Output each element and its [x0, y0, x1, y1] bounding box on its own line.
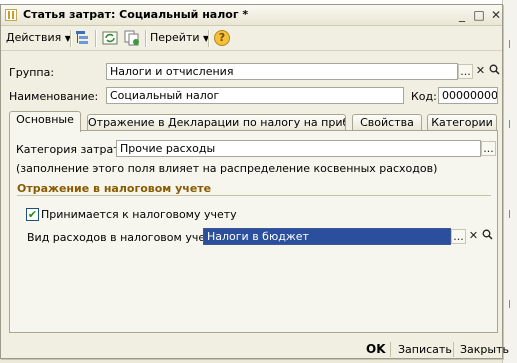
category-select-button[interactable]: ...	[481, 141, 496, 156]
tab-categories[interactable]: Категории	[427, 114, 497, 130]
ok-button[interactable]: OK	[366, 342, 386, 357]
tab-panel-main: Категория затрат: Прочие расходы ... (за…	[9, 130, 498, 333]
expense-type-search-button[interactable]	[480, 229, 495, 244]
window-title: Статья затрат: Социальный налог *	[23, 8, 249, 21]
document-icon	[5, 9, 17, 21]
group-select-button[interactable]: ...	[458, 64, 473, 79]
toolbar-separator	[70, 30, 72, 47]
code-label: Код:	[411, 90, 437, 103]
name-field[interactable]: Социальный налог	[106, 87, 404, 104]
title-bar[interactable]: Статья затрат: Социальный налог * _ □ ✕	[1, 5, 502, 26]
accepted-label[interactable]: Принимается к налоговому учету	[41, 208, 237, 221]
tree-list-icon[interactable]	[74, 29, 92, 47]
group-field[interactable]: Налоги и отчисления	[106, 63, 458, 80]
group-label: Группа:	[9, 66, 55, 79]
group-search-button[interactable]	[487, 64, 502, 79]
minimize-button[interactable]: _	[455, 8, 469, 22]
category-label: Категория затрат:	[16, 143, 124, 156]
maximize-button[interactable]: □	[472, 8, 486, 22]
distribution-note: (заполнение этого поля влияет на распред…	[16, 162, 438, 175]
section-title: Отражение в налоговом учете	[17, 182, 212, 195]
goto-menu[interactable]: Перейти ▼	[150, 30, 209, 46]
footer-separator	[453, 342, 454, 357]
expense-type-clear-button[interactable]: ✕	[466, 229, 481, 244]
footer-separator	[390, 342, 391, 357]
accepted-checkbox[interactable]: ✔	[26, 208, 39, 221]
expense-type-field[interactable]: Налоги в бюджет	[203, 228, 451, 245]
toolbar: Действия ▼ Перейти ▼ ?	[1, 26, 502, 51]
search-icon	[489, 64, 500, 75]
section-divider	[17, 195, 491, 196]
code-field[interactable]: 000000006	[438, 87, 498, 104]
toolbar-separator	[145, 30, 147, 47]
tab-properties[interactable]: Свойства	[352, 114, 422, 130]
toolbar-separator	[95, 30, 97, 47]
toolbar-separator	[208, 30, 210, 47]
group-clear-button[interactable]: ✕	[473, 64, 488, 79]
tab-main[interactable]: Основные	[9, 111, 81, 132]
actions-label: Действия	[6, 31, 62, 44]
refresh-icon[interactable]	[101, 29, 119, 47]
help-label: ?	[218, 31, 226, 44]
dialog-button-bar: OK Записать Закрыть	[1, 338, 509, 359]
save-button[interactable]: Записать	[398, 342, 452, 357]
close-form-button[interactable]: Закрыть	[460, 342, 509, 357]
category-field[interactable]: Прочие расходы	[116, 140, 481, 157]
expense-type-label: Вид расходов в налоговом учете:	[27, 231, 222, 244]
search-icon	[482, 229, 493, 240]
tab-declaration[interactable]: Отражение в Декларации по налогу на приб…	[87, 114, 346, 130]
name-label: Наименование:	[9, 90, 99, 103]
tab-strip: Основные Отражение в Декларации по налог…	[9, 111, 497, 132]
dialog-window: Статья затрат: Социальный налог * _ □ ✕ …	[0, 4, 509, 359]
help-icon[interactable]: ?	[213, 29, 231, 47]
goto-label: Перейти	[150, 31, 200, 44]
desktop-right-edge	[502, 0, 517, 363]
close-button[interactable]: ✕	[489, 8, 503, 22]
actions-menu[interactable]: Действия ▼	[6, 30, 71, 46]
expense-type-select-button[interactable]: ...	[451, 229, 466, 244]
copy-document-icon[interactable]	[123, 29, 141, 47]
